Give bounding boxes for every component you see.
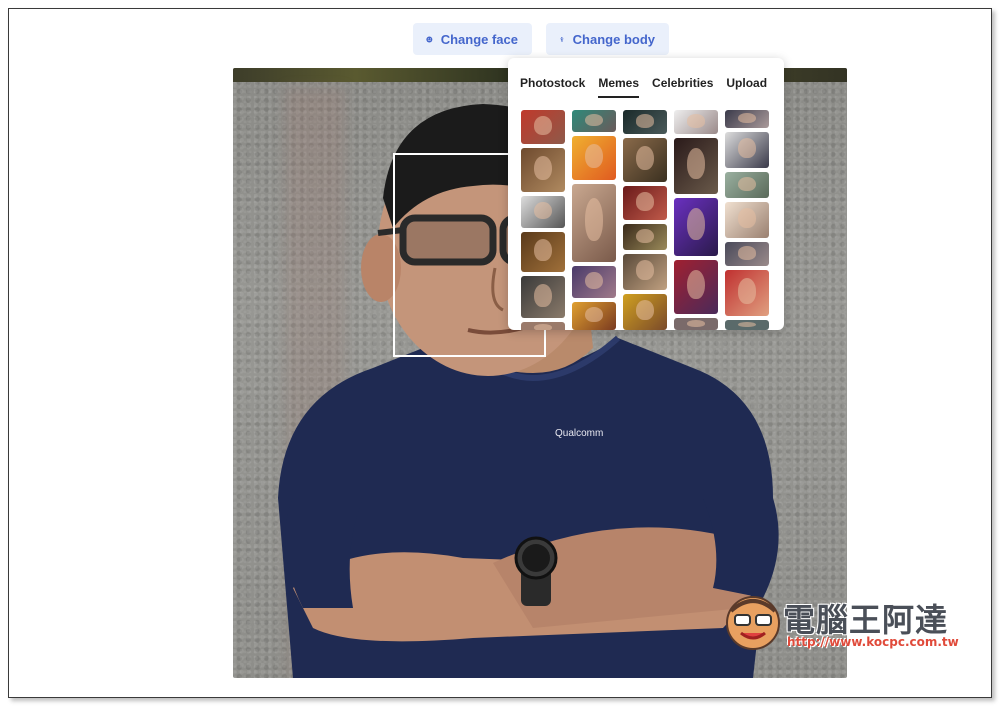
mascot-logo-icon bbox=[726, 596, 780, 650]
tab-celebrities[interactable]: Celebrities bbox=[652, 76, 713, 98]
meme-thumbnail[interactable] bbox=[674, 138, 718, 194]
app-window: Change face Change body Qualcomm Photost… bbox=[8, 8, 992, 698]
meme-thumbnail[interactable] bbox=[623, 138, 667, 182]
meme-thumbnail[interactable] bbox=[623, 294, 667, 330]
picker-tabs: Photostock Memes Celebrities Upload bbox=[520, 76, 772, 98]
meme-thumbnail[interactable] bbox=[521, 110, 565, 144]
meme-thumbnail[interactable] bbox=[623, 110, 667, 134]
change-face-button[interactable]: Change face bbox=[413, 23, 532, 55]
tab-photostock[interactable]: Photostock bbox=[520, 76, 585, 98]
meme-thumbnail[interactable] bbox=[725, 110, 769, 128]
meme-thumbnail[interactable] bbox=[521, 276, 565, 318]
shirt-logo-text: Qualcomm bbox=[555, 428, 603, 439]
person-figure-icon bbox=[560, 36, 564, 42]
meme-thumbnail[interactable] bbox=[572, 110, 616, 132]
meme-thumbnail[interactable] bbox=[674, 110, 718, 134]
change-body-label: Change body bbox=[572, 31, 655, 47]
watermark-url: http://www.kocpc.com.tw bbox=[787, 635, 959, 649]
meme-thumbnail[interactable] bbox=[521, 232, 565, 272]
watermark: 電腦王阿達 http://www.kocpc.com.tw bbox=[721, 583, 981, 663]
meme-thumbnail[interactable] bbox=[674, 318, 718, 330]
face-picker-popup: Photostock Memes Celebrities Upload bbox=[508, 58, 784, 330]
meme-thumbnail-grid bbox=[508, 108, 784, 330]
meme-thumbnail[interactable] bbox=[572, 302, 616, 330]
change-face-label: Change face bbox=[440, 31, 518, 47]
meme-thumbnail[interactable] bbox=[623, 254, 667, 290]
smiley-face-icon bbox=[426, 35, 433, 43]
meme-thumbnail[interactable] bbox=[572, 136, 616, 180]
meme-thumbnail[interactable] bbox=[674, 260, 718, 314]
meme-thumbnail[interactable] bbox=[674, 198, 718, 256]
meme-thumbnail[interactable] bbox=[725, 270, 769, 316]
meme-thumbnail[interactable] bbox=[725, 320, 769, 330]
meme-thumbnail[interactable] bbox=[725, 202, 769, 238]
meme-thumbnail[interactable] bbox=[572, 266, 616, 298]
meme-thumbnail[interactable] bbox=[521, 148, 565, 192]
meme-thumbnail[interactable] bbox=[623, 224, 667, 250]
meme-thumbnail[interactable] bbox=[521, 196, 565, 228]
meme-thumbnail[interactable] bbox=[572, 184, 616, 262]
meme-thumbnail[interactable] bbox=[725, 132, 769, 168]
tab-memes[interactable]: Memes bbox=[598, 76, 640, 98]
tab-upload[interactable]: Upload bbox=[726, 76, 767, 98]
change-body-button[interactable]: Change body bbox=[546, 23, 669, 55]
meme-thumbnail[interactable] bbox=[623, 186, 667, 220]
meme-thumbnail[interactable] bbox=[521, 322, 565, 330]
meme-thumbnail[interactable] bbox=[725, 172, 769, 198]
meme-thumbnail[interactable] bbox=[725, 242, 769, 266]
